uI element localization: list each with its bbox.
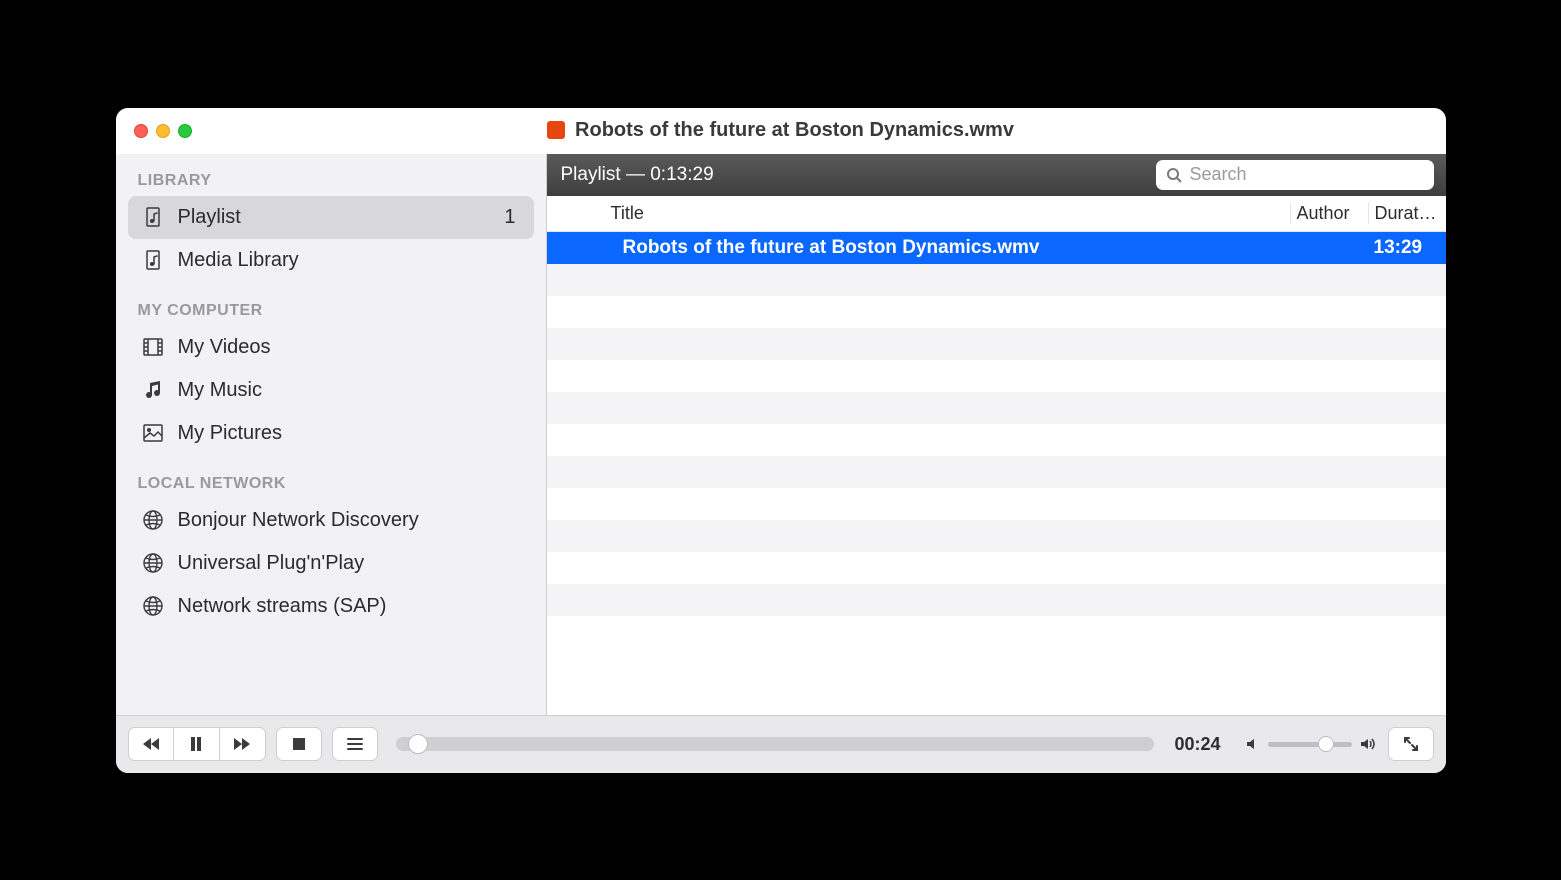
volume-low-icon [1246, 737, 1260, 751]
playlist-table: Title Author Durat… Robots of the future… [547, 196, 1446, 715]
volume-high-icon [1360, 737, 1378, 751]
table-header: Title Author Durat… [547, 196, 1446, 232]
column-duration[interactable]: Durat… [1368, 203, 1446, 224]
maximize-button[interactable] [178, 124, 192, 138]
sidebar-item-label: My Music [178, 379, 520, 402]
traffic-lights [134, 124, 192, 138]
playback-controls: 00:24 [116, 715, 1446, 773]
sidebar-item-upnp[interactable]: Universal Plug'n'Play [128, 542, 534, 585]
sidebar-item-my-music[interactable]: My Music [128, 369, 534, 412]
previous-button[interactable] [128, 727, 174, 761]
titlebar: Robots of the future at Boston Dynamics.… [116, 108, 1446, 154]
next-button[interactable] [220, 727, 266, 761]
table-row-empty [547, 424, 1446, 456]
row-title: Robots of the future at Boston Dynamics.… [577, 237, 1290, 259]
close-button[interactable] [134, 124, 148, 138]
table-row-empty [547, 392, 1446, 424]
table-row-empty [547, 584, 1446, 616]
table-row-empty [547, 360, 1446, 392]
playlist-header-title: Playlist — 0:13:29 [559, 164, 1144, 186]
sidebar-item-label: My Pictures [178, 422, 520, 445]
sidebar-section-localnetwork: LOCAL NETWORK [128, 467, 534, 499]
table-row-empty [547, 552, 1446, 584]
stop-button[interactable] [276, 727, 322, 761]
app-window: Robots of the future at Boston Dynamics.… [116, 108, 1446, 773]
table-row[interactable]: Robots of the future at Boston Dynamics.… [547, 232, 1446, 264]
sidebar: LIBRARY Playlist 1 [116, 154, 546, 715]
globe-icon [142, 595, 164, 617]
globe-icon [142, 509, 164, 531]
music-icon [142, 379, 164, 401]
pause-button[interactable] [174, 727, 220, 761]
sidebar-item-label: Universal Plug'n'Play [178, 552, 520, 575]
playlist-header: Playlist — 0:13:29 [547, 154, 1446, 196]
sidebar-item-label: Bonjour Network Discovery [178, 509, 520, 532]
table-row-empty [547, 296, 1446, 328]
row-duration: 13:29 [1368, 237, 1446, 259]
playlist-icon [142, 206, 164, 228]
fullscreen-button[interactable] [1388, 727, 1434, 761]
sidebar-item-label: Network streams (SAP) [178, 595, 520, 618]
main-panel: Playlist — 0:13:29 Title Author Durat… R… [546, 154, 1446, 715]
sidebar-item-bonjour[interactable]: Bonjour Network Discovery [128, 499, 534, 542]
column-title[interactable]: Title [577, 203, 1290, 224]
sidebar-item-my-pictures[interactable]: My Pictures [128, 412, 534, 455]
search-field[interactable] [1156, 160, 1434, 190]
table-row-empty [547, 520, 1446, 552]
sidebar-section-library: LIBRARY [128, 164, 534, 196]
volume-knob[interactable] [1318, 736, 1334, 752]
playlist-toggle-button[interactable] [332, 727, 378, 761]
sidebar-item-my-videos[interactable]: My Videos [128, 326, 534, 369]
sidebar-item-playlist[interactable]: Playlist 1 [128, 196, 534, 239]
minimize-button[interactable] [156, 124, 170, 138]
sidebar-item-label: Playlist [178, 206, 491, 229]
sidebar-item-label: Media Library [178, 249, 520, 272]
search-icon [1166, 167, 1182, 183]
sidebar-section-mycomputer: MY COMPUTER [128, 294, 534, 326]
search-input[interactable] [1190, 164, 1424, 185]
table-row-empty [547, 456, 1446, 488]
film-icon [142, 336, 164, 358]
elapsed-time: 00:24 [1168, 734, 1228, 755]
window-title: Robots of the future at Boston Dynamics.… [575, 119, 1014, 142]
pictures-icon [142, 422, 164, 444]
playlist-icon [142, 249, 164, 271]
sidebar-item-media-library[interactable]: Media Library [128, 239, 534, 282]
column-author[interactable]: Author [1290, 203, 1368, 224]
sidebar-item-sap[interactable]: Network streams (SAP) [128, 585, 534, 628]
app-icon [547, 121, 565, 139]
table-row-empty [547, 328, 1446, 360]
volume-slider[interactable] [1268, 742, 1352, 747]
seek-slider[interactable] [396, 737, 1154, 751]
table-row-empty [547, 264, 1446, 296]
seek-knob[interactable] [408, 734, 428, 754]
table-row-empty [547, 616, 1446, 648]
globe-icon [142, 552, 164, 574]
sidebar-item-label: My Videos [178, 336, 520, 359]
table-row-empty [547, 488, 1446, 520]
sidebar-item-count: 1 [504, 206, 519, 229]
